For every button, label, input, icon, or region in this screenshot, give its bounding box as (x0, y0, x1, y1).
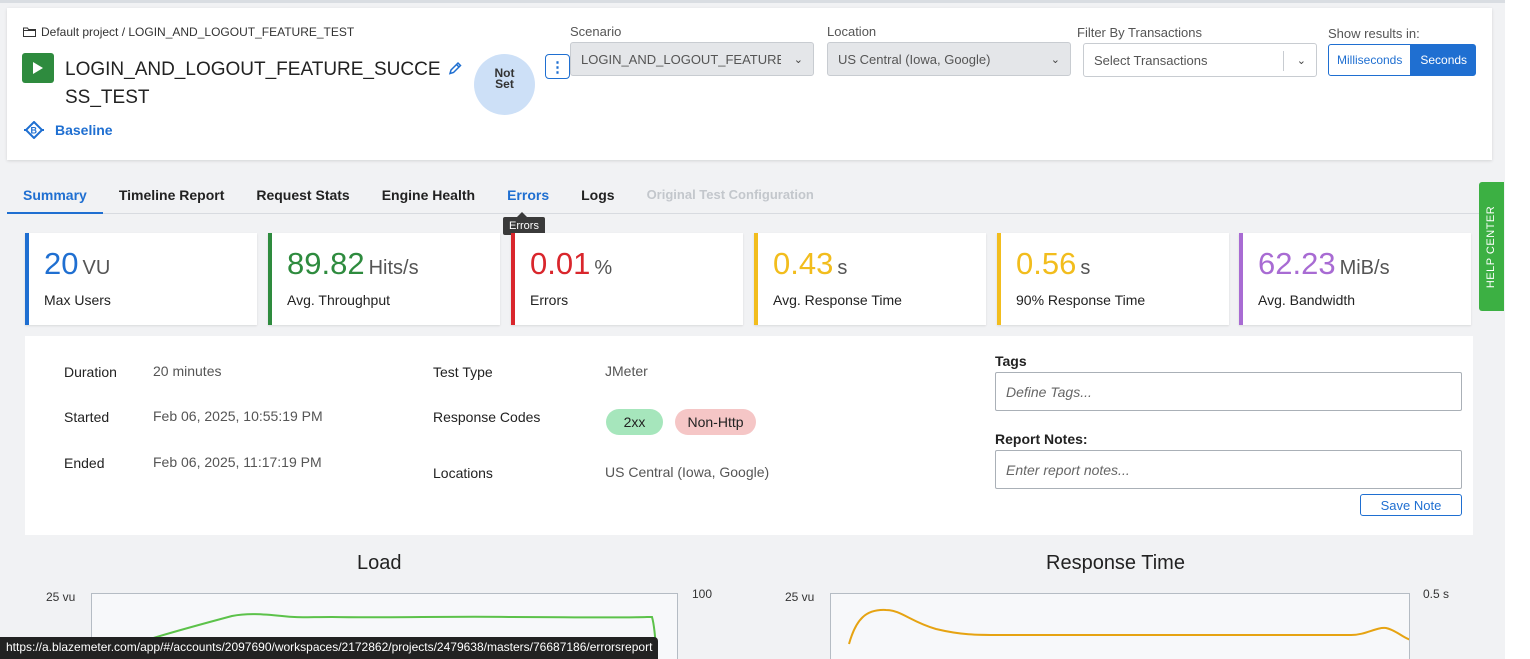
transactions-select[interactable]: Select Transactions ⌄ (1083, 43, 1317, 77)
kpi-unit: s (837, 257, 848, 279)
response-line (848, 608, 1409, 645)
edit-icon[interactable] (447, 61, 463, 77)
location-label: Location (827, 24, 877, 39)
response-code-badge: Non-Http (675, 409, 756, 435)
chevron-down-icon: ⌄ (1050, 54, 1060, 66)
scenario-select: LOGIN_AND_LOGOUT_FEATURE_TEST ⌄ (570, 42, 814, 76)
test-header-card: Default project / LOGIN_AND_LOGOUT_FEATU… (7, 8, 1492, 160)
ended-value: Feb 06, 2025, 11:17:19 PM (153, 454, 322, 470)
run-test-button[interactable] (22, 53, 54, 83)
response-code-badge: 2xx (606, 409, 663, 435)
kpi-errors: 0.01% Errors (511, 233, 743, 325)
milliseconds-button[interactable]: Milliseconds (1328, 44, 1412, 76)
started-label: Started (64, 409, 110, 425)
chevron-down-icon: ⌄ (1296, 55, 1306, 67)
kpi-label: Avg. Throughput (287, 292, 391, 308)
select-separator (1283, 51, 1284, 71)
response-right-axis-top: 0.5 s (1423, 587, 1450, 601)
baseline-label: Baseline (55, 122, 113, 138)
response-chart-svg (848, 608, 1409, 645)
tags-label: Tags (995, 353, 1027, 369)
seconds-button[interactable]: Seconds (1411, 44, 1477, 76)
response-codes-label: Response Codes (433, 409, 541, 425)
svg-text:B: B (31, 126, 38, 136)
tab-logs[interactable]: Logs (565, 180, 630, 214)
baseline-icon: B (24, 121, 44, 139)
scenario-value: LOGIN_AND_LOGOUT_FEATURE_TEST (581, 51, 781, 67)
kpi-value: 0.56 (1016, 246, 1077, 281)
kpi-value: 20 (44, 246, 79, 281)
status-bar-url: https://a.blazemeter.com/app/#/accounts/… (0, 637, 659, 659)
ended-label: Ended (64, 455, 105, 471)
kpi-90-response-time: 0.56 s 90% Response Time (997, 233, 1229, 325)
tab-timeline-report[interactable]: Timeline Report (103, 180, 241, 214)
folder-icon (23, 27, 36, 37)
kpi-unit: s (1080, 257, 1091, 279)
scenario-label: Scenario (570, 24, 622, 39)
transactions-placeholder: Select Transactions (1094, 52, 1208, 68)
more-options-button[interactable]: ⋮ (545, 54, 570, 79)
response-chart-title: Response Time (1046, 552, 1185, 574)
breadcrumb: Default project / LOGIN_AND_LOGOUT_FEATU… (23, 25, 354, 39)
load-left-axis-top: 25 vu (46, 590, 76, 604)
load-right-axis-top: 100 (692, 587, 713, 601)
chevron-down-icon: ⌄ (793, 54, 803, 66)
help-center-label: HELP CENTER (1485, 205, 1498, 288)
tab-summary[interactable]: Summary (7, 180, 103, 214)
transactions-label: Filter By Transactions (1077, 25, 1202, 40)
kpi-unit: % (594, 257, 613, 279)
kpi-value: 0.43 (773, 246, 834, 281)
kpi-avg-bandwidth: 62.23 MiB/s Avg. Bandwidth (1239, 233, 1471, 325)
test-title: LOGIN_AND_LOGOUT_FEATURE_SUCCESS_TEST (65, 59, 441, 108)
baseline-link[interactable]: B Baseline (23, 121, 113, 139)
save-note-button[interactable]: Save Note (1360, 494, 1462, 516)
kpi-avg-throughput: 89.82 Hits/s Avg. Throughput (268, 233, 500, 325)
duration-value: 20 minutes (153, 363, 222, 379)
kpi-value: 62.23 (1258, 246, 1336, 281)
test-type-label: Test Type (433, 364, 493, 380)
response-left-axis-top: 25 vu (785, 590, 815, 604)
locations-label: Locations (433, 465, 493, 481)
response-chart (830, 593, 1410, 659)
kpi-max-users: 20 VU Max Users (25, 233, 257, 325)
kpi-unit: MiB/s (1339, 257, 1390, 279)
kpi-value: 89.82 (287, 246, 365, 281)
kpi-unit: Hits/s (368, 257, 419, 279)
kpi-label: Avg. Bandwidth (1258, 292, 1356, 308)
kpi-avg-response-time: 0.43 s Avg. Response Time (754, 233, 986, 325)
kpi-label: 90% Response Time (1016, 292, 1146, 308)
tab-errors[interactable]: Errors (491, 180, 565, 214)
tags-input[interactable]: Define Tags... (995, 372, 1462, 411)
duration-label: Duration (64, 364, 117, 380)
kpi-unit: VU (82, 257, 111, 279)
load-chart-title: Load (357, 552, 402, 574)
breadcrumb-text[interactable]: Default project / LOGIN_AND_LOGOUT_FEATU… (41, 25, 354, 39)
test-details-card (25, 336, 1473, 535)
help-center-tab[interactable]: HELP CENTER (1479, 182, 1504, 311)
tab-original-test-configuration: Original Test Configuration (646, 187, 814, 202)
test-type-value: JMeter (605, 363, 648, 379)
location-select: US Central (Iowa, Google) ⌄ (827, 42, 1071, 76)
kpi-label: Avg. Response Time (773, 292, 902, 308)
play-icon (33, 62, 43, 74)
units-label: Show results in: (1328, 26, 1420, 41)
report-notes-input[interactable]: Enter report notes... (995, 450, 1462, 489)
page-edge (1505, 0, 1530, 659)
tab-request-stats[interactable]: Request Stats (240, 180, 365, 214)
locations-value: US Central (Iowa, Google) (605, 464, 770, 480)
kpi-value: 0.01 (530, 246, 591, 281)
status-line-2: Set (495, 76, 514, 91)
top-divider (0, 0, 1530, 3)
kpi-label: Errors (530, 292, 569, 308)
kpi-label: Max Users (44, 292, 111, 308)
tab-engine-health[interactable]: Engine Health (366, 180, 491, 214)
location-value: US Central (Iowa, Google) (838, 51, 991, 67)
started-value: Feb 06, 2025, 10:55:19 PM (153, 408, 323, 424)
report-notes-label: Report Notes: (995, 431, 1088, 447)
units-toggle: Milliseconds Seconds (1328, 44, 1477, 76)
status-badge[interactable]: Not Set (474, 54, 535, 115)
report-tabs: Summary Timeline Report Request Stats En… (7, 180, 1492, 214)
